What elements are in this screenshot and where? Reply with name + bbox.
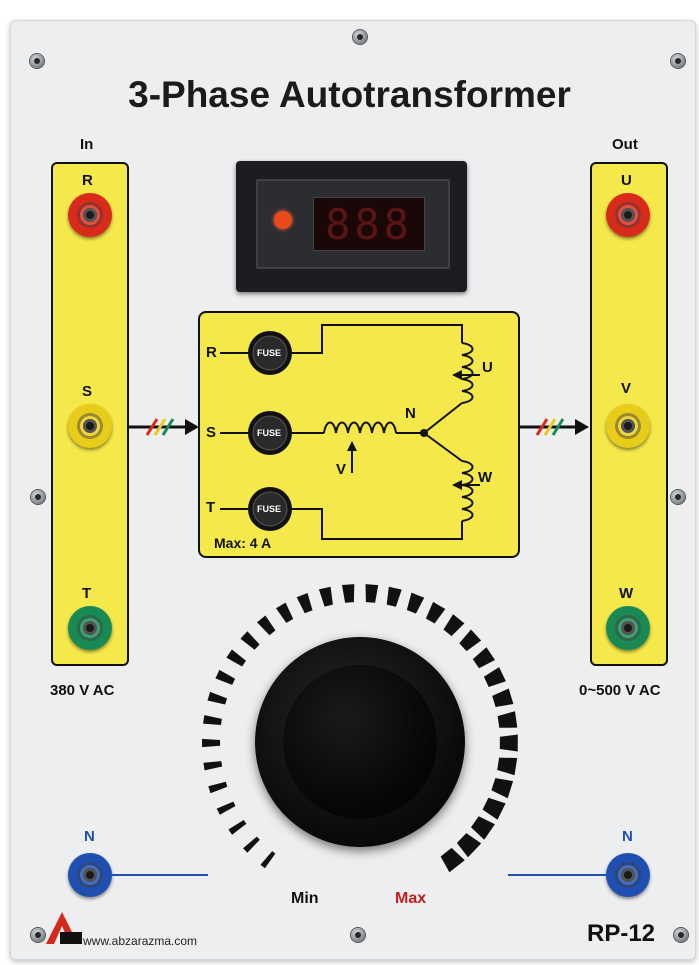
neutral-right-jack[interactable] bbox=[606, 853, 650, 897]
input-voltage: 380 V AC bbox=[50, 682, 115, 699]
neutral-right-line bbox=[508, 874, 606, 876]
input-jack-s[interactable] bbox=[68, 404, 112, 448]
voltage-control-knob[interactable] bbox=[255, 637, 465, 847]
website-url: www.abzarazma.com bbox=[83, 934, 198, 948]
fuse-s-label: FUSE bbox=[257, 428, 282, 438]
neutral-left-jack[interactable] bbox=[68, 853, 112, 897]
output-header: Out bbox=[612, 136, 638, 153]
schematic-panel: R S T FUSE FUSE FUSE U V W N Max: 4 A bbox=[198, 311, 520, 558]
meter-digits: 888 bbox=[325, 200, 413, 249]
meter-display: 888 bbox=[313, 197, 425, 251]
schematic-label-t: T bbox=[206, 499, 216, 516]
schematic-label-s: S bbox=[206, 424, 217, 441]
schematic-label-u: U bbox=[482, 359, 493, 376]
meter-led-icon bbox=[274, 211, 292, 229]
max-current-label: Max: 4 A bbox=[214, 535, 272, 551]
dial-max-label: Max bbox=[395, 890, 427, 907]
screw-icon bbox=[351, 928, 365, 942]
screw-icon bbox=[31, 928, 45, 942]
screw-icon bbox=[671, 490, 685, 504]
neutral-left-label: N bbox=[84, 828, 95, 845]
screw-icon bbox=[674, 928, 688, 942]
model-number: RP-12 bbox=[587, 920, 656, 947]
output-voltage: 0~500 V AC bbox=[579, 682, 661, 699]
screw-icon bbox=[353, 30, 367, 44]
input-header: In bbox=[80, 136, 94, 153]
neutral-left-line bbox=[110, 874, 208, 876]
input-label-r: R bbox=[82, 172, 93, 189]
input-label-t: T bbox=[82, 585, 92, 602]
panel-title: 3-Phase Autotransformer bbox=[128, 74, 571, 115]
digital-voltmeter: 888 bbox=[236, 161, 467, 292]
output-jack-w[interactable] bbox=[606, 606, 650, 650]
schematic-label-n: N bbox=[405, 405, 416, 422]
input-jack-r[interactable] bbox=[68, 193, 112, 237]
screw-icon bbox=[671, 54, 685, 68]
brand-logo-icon bbox=[46, 912, 82, 944]
output-label-u: U bbox=[621, 172, 632, 189]
schematic-label-w: W bbox=[478, 469, 493, 486]
output-label-w: W bbox=[619, 585, 634, 602]
screw-icon bbox=[31, 490, 45, 504]
schematic-label-r: R bbox=[206, 344, 217, 361]
output-jack-v[interactable] bbox=[606, 404, 650, 448]
dial-min-label: Min bbox=[291, 890, 319, 907]
screw-icon bbox=[30, 54, 44, 68]
output-label-v: V bbox=[621, 380, 632, 397]
output-arrow-icon bbox=[517, 418, 589, 436]
fuse-t-label: FUSE bbox=[257, 504, 282, 514]
neutral-right-label: N bbox=[622, 828, 633, 845]
input-arrow-icon bbox=[127, 418, 199, 436]
input-jack-t[interactable] bbox=[68, 606, 112, 650]
schematic-label-v: V bbox=[336, 461, 347, 478]
input-label-s: S bbox=[82, 383, 93, 400]
schematic-diagram bbox=[220, 324, 480, 540]
fuse-r-label: FUSE bbox=[257, 348, 282, 358]
meter-bezel: 888 bbox=[256, 179, 450, 269]
output-jack-u[interactable] bbox=[606, 193, 650, 237]
